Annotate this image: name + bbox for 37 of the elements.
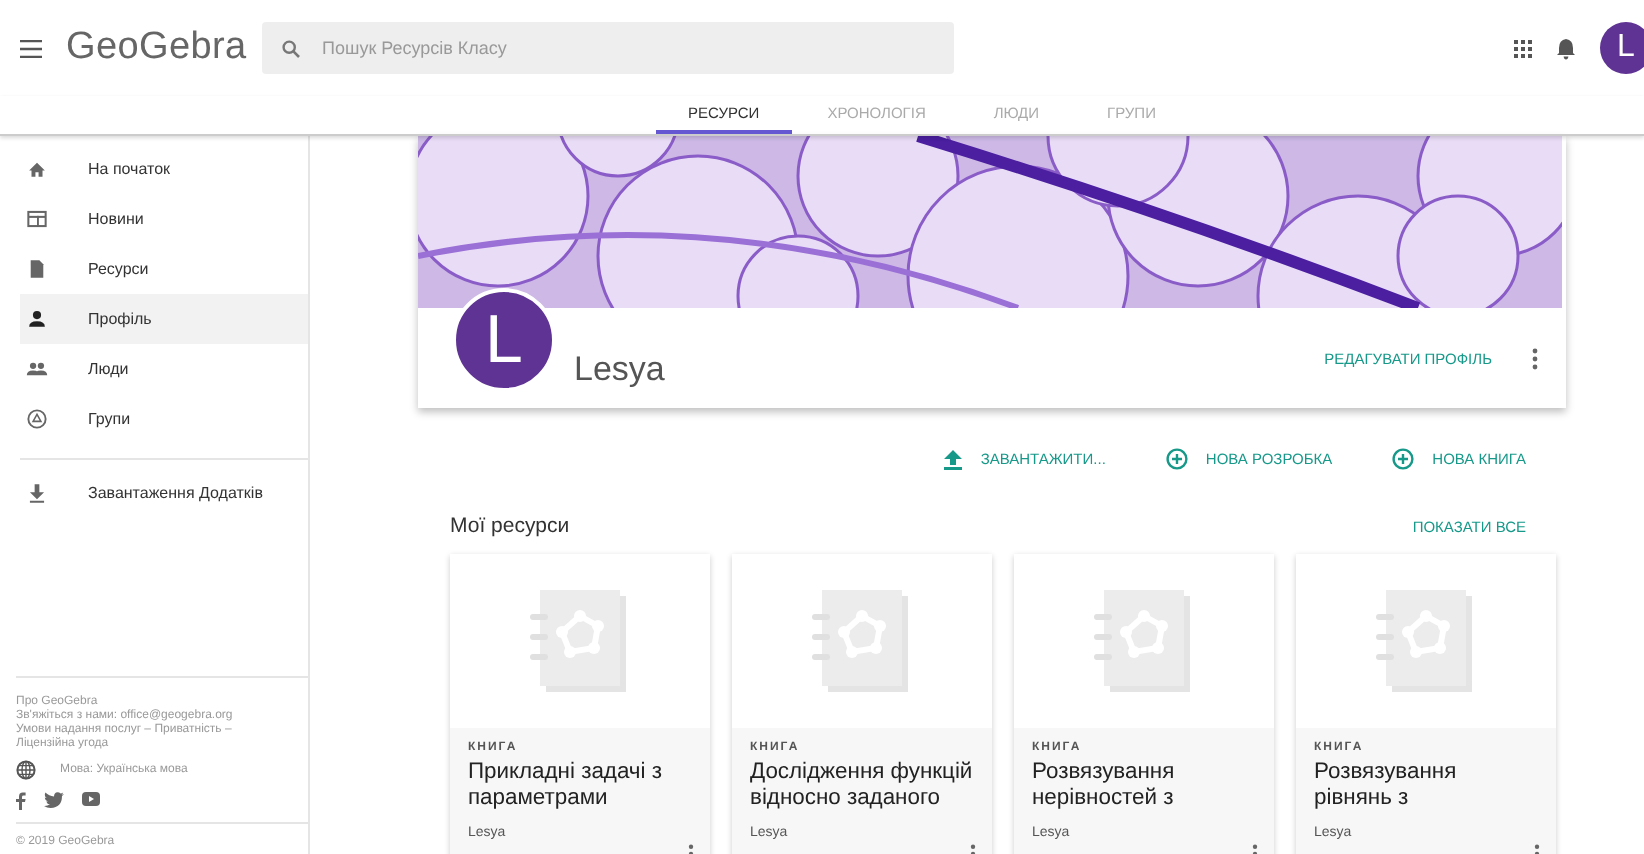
search-field[interactable]: Пошук Ресурсів Класу [262,22,954,74]
section-title: Мої ресурси [450,514,570,538]
upload-icon [944,449,963,469]
add-circle-icon [1392,448,1415,470]
resource-title[interactable]: Дослідження функцій відносно заданого [750,760,974,810]
book-icon [1094,589,1194,693]
sidebar-item[interactable]: На початок [0,144,308,194]
sidebar-item[interactable]: Люди [0,344,308,394]
youtube-icon[interactable] [82,792,100,806]
globe-icon[interactable] [16,760,36,780]
sidebar-item[interactable]: Ресурси [0,244,308,294]
document-icon [26,258,48,280]
sidebar-item[interactable]: Профіль [20,294,308,344]
person-icon [26,308,48,330]
twitter-icon[interactable] [44,792,64,808]
sidebar-item[interactable]: Новини [0,194,308,244]
menu-icon[interactable] [20,39,42,57]
newspaper-icon [26,208,48,230]
resource-title[interactable]: Прикладні задачі з параметрами [468,760,692,810]
facebook-icon[interactable] [16,792,26,810]
profile-name: Lesya [574,348,667,390]
sidebar-item[interactable]: Групи [0,394,308,444]
home-icon [26,158,48,180]
add-circle-icon [1165,448,1188,470]
book-icon [530,589,630,693]
book-icon [1376,589,1476,693]
user-avatar[interactable]: L [1600,22,1644,74]
more-icon[interactable] [1532,347,1538,369]
apps-grid-icon[interactable] [1514,39,1532,57]
resource-title[interactable]: Розвязування нерівностей з [1032,760,1256,810]
sidebar-item[interactable]: Завантаження Додатків [0,468,308,518]
profile-avatar: L [452,288,556,392]
bell-icon[interactable] [1556,37,1576,59]
download-icon [26,482,48,504]
book-icon [812,589,912,693]
people-icon [26,358,48,380]
resource-title[interactable]: Розвязування рівнянь з [1314,760,1538,810]
